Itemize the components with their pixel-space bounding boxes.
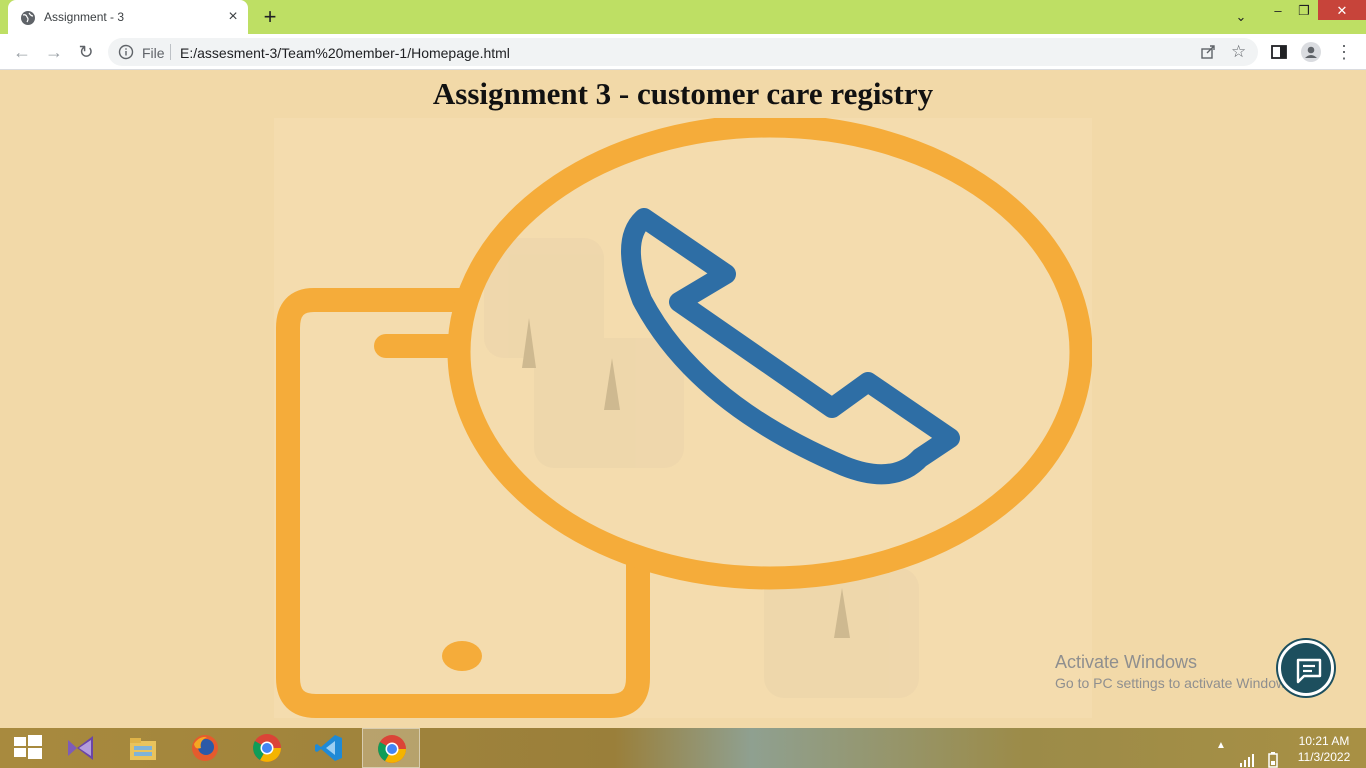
tab-strip: Assignment - 3 × + ⌄ – ❐ ✕ bbox=[0, 0, 1366, 34]
watermark-line1: Activate Windows bbox=[1055, 652, 1198, 672]
page-content: Assignment 3 - customer care registry Ac… bbox=[0, 70, 1366, 728]
taskbar-visual-studio[interactable] bbox=[52, 728, 110, 768]
system-clock[interactable]: 10:21 AM 11/3/2022 bbox=[1290, 733, 1358, 765]
url-text[interactable]: E:/assesment-3/Team%20member-1/Homepage.… bbox=[180, 45, 510, 61]
chrome-icon bbox=[378, 735, 406, 763]
more-menu-icon[interactable]: ⋮ bbox=[1334, 42, 1354, 62]
show-hidden-icons-icon[interactable]: ▲ bbox=[1216, 740, 1226, 768]
page-title: Assignment 3 - customer care registry bbox=[432, 76, 934, 111]
chat-icon bbox=[1296, 658, 1322, 684]
clock-date: 11/3/2022 bbox=[1297, 750, 1351, 764]
taskbar-firefox[interactable] bbox=[176, 728, 234, 768]
windows-taskbar: ▲ 10:21 AM 11/3/2022 bbox=[0, 728, 1366, 768]
tab-title: Assignment - 3 bbox=[44, 10, 125, 24]
chrome-icon bbox=[253, 734, 281, 762]
customer-care-phone-image bbox=[274, 118, 1092, 718]
omnibox-divider bbox=[170, 44, 171, 60]
back-button[interactable]: ← bbox=[10, 40, 34, 64]
windows-logo-icon bbox=[14, 735, 42, 759]
share-icon[interactable] bbox=[1200, 44, 1216, 60]
network-signal-icon[interactable] bbox=[1240, 740, 1256, 768]
minimize-button[interactable]: – bbox=[1266, 0, 1290, 24]
taskbar-vscode[interactable] bbox=[300, 728, 358, 768]
vscode-icon bbox=[315, 735, 342, 761]
maximize-button[interactable]: ❐ bbox=[1292, 0, 1316, 24]
reload-button[interactable]: ↻ bbox=[74, 40, 98, 64]
url-scheme-label: File bbox=[142, 45, 165, 61]
battery-icon[interactable] bbox=[1268, 740, 1278, 768]
firefox-icon bbox=[192, 735, 218, 761]
tab-search-icon[interactable]: ⌄ bbox=[1228, 6, 1254, 30]
bookmark-star-icon[interactable]: ☆ bbox=[1231, 42, 1246, 62]
browser-toolbar: ← → ↻ File E:/assesment-3/Team%20member-… bbox=[0, 34, 1366, 70]
info-icon[interactable] bbox=[118, 44, 134, 60]
close-window-button[interactable]: ✕ bbox=[1318, 0, 1366, 20]
watermark-line2: Go to PC settings to activate Windows. bbox=[1055, 675, 1297, 691]
taskbar-chrome-active[interactable] bbox=[362, 728, 420, 768]
globe-icon bbox=[21, 11, 35, 25]
profile-avatar-icon[interactable] bbox=[1301, 42, 1321, 62]
tab-close-icon[interactable]: × bbox=[224, 8, 242, 26]
clock-time: 10:21 AM bbox=[1298, 734, 1350, 748]
home-button-dot bbox=[442, 641, 482, 671]
side-panel-icon[interactable] bbox=[1269, 42, 1289, 62]
activate-windows-watermark: Activate Windows Go to PC settings to ac… bbox=[1055, 652, 1297, 691]
tab-assignment[interactable]: Assignment - 3 × bbox=[8, 0, 248, 34]
new-tab-button[interactable]: + bbox=[258, 6, 282, 30]
address-bar[interactable]: File E:/assesment-3/Team%20member-1/Home… bbox=[108, 38, 1258, 66]
taskbar-file-explorer[interactable] bbox=[114, 728, 172, 768]
chat-button[interactable] bbox=[1278, 640, 1334, 696]
start-button[interactable] bbox=[0, 728, 58, 768]
folder-icon bbox=[130, 738, 156, 760]
visual-studio-icon bbox=[68, 736, 93, 760]
taskbar-chrome[interactable] bbox=[238, 728, 296, 768]
forward-button[interactable]: → bbox=[42, 40, 66, 64]
